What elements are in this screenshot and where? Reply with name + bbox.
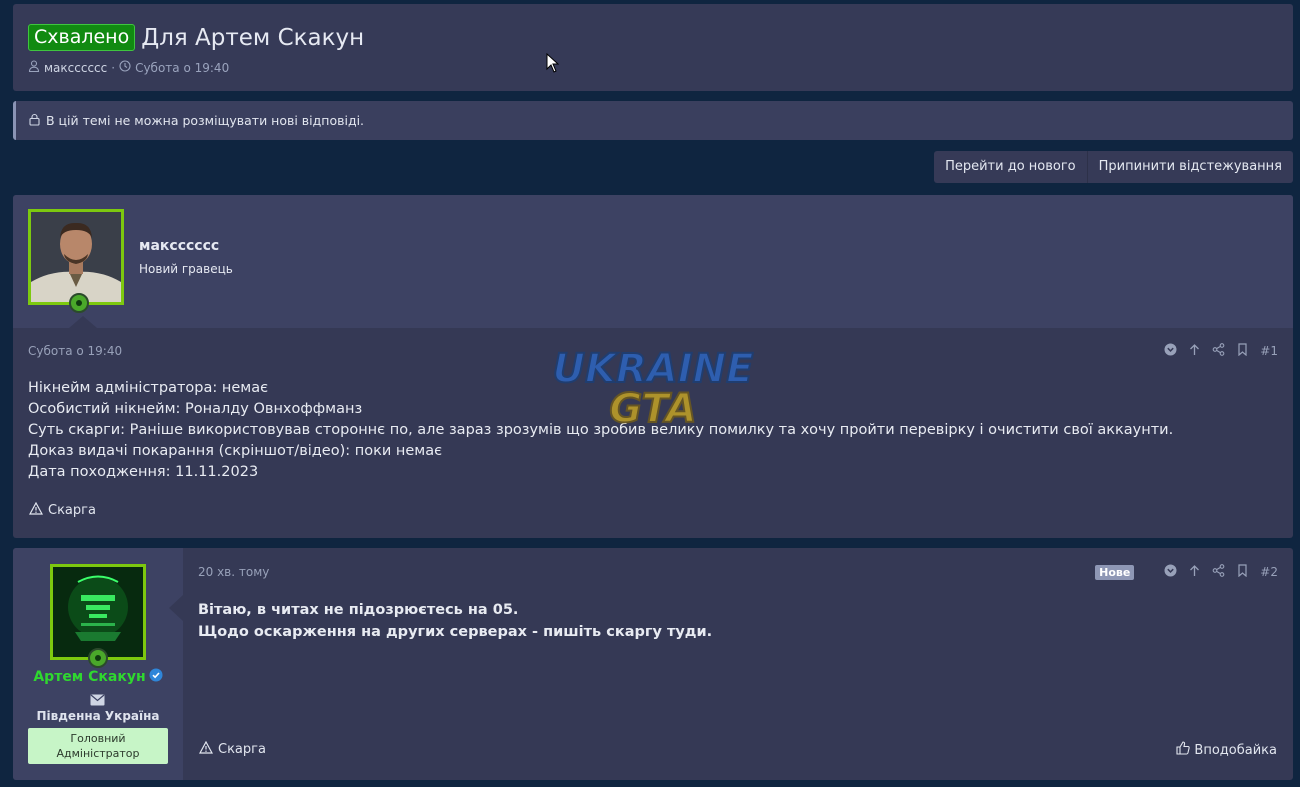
post-2-number[interactable]: #2 xyxy=(1260,565,1278,579)
post-1-share-icon[interactable] xyxy=(1212,343,1225,359)
online-status-icon xyxy=(69,293,89,313)
locked-notice: В цій темі не можна розміщувати нові від… xyxy=(13,101,1293,140)
post-2-rank-banner: Головний Адміністратор xyxy=(28,728,168,764)
post-2-username[interactable]: Артем Скакун xyxy=(33,669,145,685)
post-1-actions: #1 xyxy=(1164,343,1278,359)
post-2-report-button[interactable]: Скарга xyxy=(198,740,266,758)
post-1-user-title: Новий гравець xyxy=(139,262,233,276)
rank-line: Адміністратор xyxy=(56,747,140,760)
post-1-user-header: максссссс Новий гравець xyxy=(13,195,1293,328)
post-1-date[interactable]: Субота о 19:40 xyxy=(28,344,122,358)
post-1-line: Нікнейм адміністратора: немає xyxy=(28,380,269,396)
post-1-line: Суть скарги: Раніше використовував сторо… xyxy=(28,422,1174,438)
avatar[interactable] xyxy=(28,209,124,305)
thread-author-link[interactable]: максссссс xyxy=(44,61,107,75)
post-1-line: Дата походження: 11.11.2023 xyxy=(28,464,259,480)
user-icon xyxy=(28,60,40,75)
thread-toolbar: Перейти до нового Припинити відстежуванн… xyxy=(934,151,1293,183)
post-2-share-icon[interactable] xyxy=(1212,564,1225,580)
post-1-line: Доказ видачі покарання (скріншот/відео):… xyxy=(28,443,443,459)
post-2: Артем Скакун Південна Україна Головний А… xyxy=(13,548,1293,780)
verified-badge-icon xyxy=(149,668,163,686)
post-1-number[interactable]: #1 xyxy=(1260,344,1278,358)
rank-line: Головний xyxy=(70,732,126,745)
online-status-icon xyxy=(88,648,108,668)
post-2-bookmark-icon[interactable] xyxy=(1236,564,1249,580)
post-1-pointer xyxy=(69,316,97,328)
avatar[interactable] xyxy=(50,564,146,660)
post-1: максссссс Новий гравець Субота о 19:40 #… xyxy=(13,195,1293,538)
post-2-username-row: Артем Скакун xyxy=(13,668,183,686)
goto-new-button[interactable]: Перейти до нового xyxy=(934,151,1087,183)
mouse-cursor-icon xyxy=(546,53,559,73)
post-1-username[interactable]: максссссс xyxy=(139,238,219,254)
post-1-line: Особистий нікнейм: Роналду Овнхоффманз xyxy=(28,401,363,417)
report-label: Скарга xyxy=(48,503,96,518)
locked-notice-text: В цій темі не можна розміщувати нові від… xyxy=(46,113,365,128)
post-2-line: Вітаю, в читах не підозрюєтесь на 05. xyxy=(198,602,519,618)
post-2-user-sidebar: Артем Скакун Південна Україна Головний А… xyxy=(13,548,183,780)
post-2-content: Вітаю, в читах не підозрюєтесь на 05. Що… xyxy=(198,599,712,643)
post-2-date[interactable]: 20 хв. тому xyxy=(198,565,269,579)
thread-meta: максссссс · Субота о 19:40 xyxy=(28,60,229,75)
report-label: Скарга xyxy=(218,742,266,757)
meta-separator: · xyxy=(111,60,116,75)
post-1-menu-chevron-icon[interactable] xyxy=(1164,343,1177,359)
post-2-location: Південна Україна xyxy=(36,709,160,723)
post-2-line: Щодо оскарження на других серверах - пиш… xyxy=(198,624,713,640)
envelope-icon[interactable] xyxy=(90,691,105,710)
thread-date-link[interactable]: Субота о 19:40 xyxy=(135,61,229,75)
avatar-image xyxy=(31,212,121,302)
unwatch-button[interactable]: Припинити відстежування xyxy=(1086,151,1293,183)
post-1-content: Нікнейм адміністратора: немає Особистий … xyxy=(28,378,1173,483)
avatar-image xyxy=(53,567,143,657)
clock-icon xyxy=(119,60,131,75)
thread-header: Схвалено Для Артем Скакун максссссс · Су… xyxy=(13,4,1293,91)
page-title: Для Артем Скакун xyxy=(141,24,365,51)
like-label: Вподобайка xyxy=(1194,742,1277,758)
warning-icon xyxy=(28,501,44,519)
thumbs-up-icon xyxy=(1176,741,1191,759)
title-row: Схвалено Для Артем Скакун xyxy=(28,24,364,51)
post-1-upvote-icon[interactable] xyxy=(1188,343,1201,359)
lock-icon xyxy=(28,113,41,129)
post-2-like-button[interactable]: Вподобайка xyxy=(1176,741,1277,759)
post-1-report-button[interactable]: Скарга xyxy=(28,501,96,519)
post-2-actions: Нове #2 xyxy=(1095,564,1278,580)
post-2-upvote-icon[interactable] xyxy=(1188,564,1201,580)
post-1-bookmark-icon[interactable] xyxy=(1236,343,1249,359)
post-2-pointer xyxy=(169,595,183,621)
post-2-menu-chevron-icon[interactable] xyxy=(1164,564,1177,580)
status-badge: Схвалено xyxy=(28,24,136,51)
warning-icon xyxy=(198,740,214,758)
new-badge: Нове xyxy=(1095,564,1135,580)
